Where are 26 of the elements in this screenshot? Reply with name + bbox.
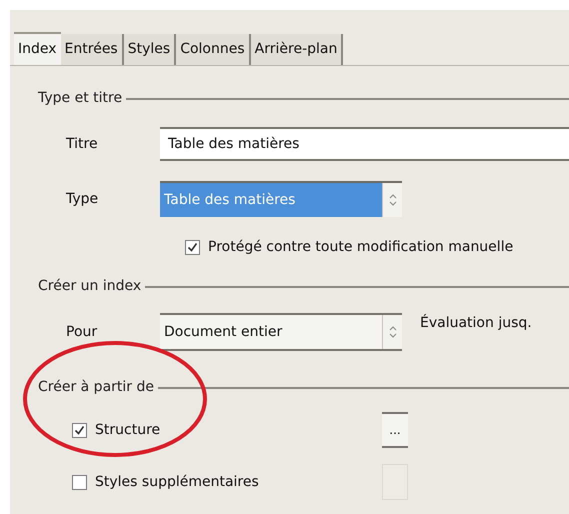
- field-label: Titre: [65, 134, 99, 154]
- tab[interactable]: Entrées: [60, 34, 124, 65]
- title-field[interactable]: Table des matières: [160, 127, 569, 161]
- field-label: Type: [65, 190, 100, 208]
- up-down-arrows-icon: [388, 325, 396, 339]
- spin-button[interactable]: [382, 183, 402, 217]
- checkbox-label: Protégé contre toute modification manuelle: [208, 238, 514, 257]
- checkbox[interactable]: [72, 474, 87, 490]
- tab[interactable]: Styles: [124, 34, 176, 65]
- check-icon: [74, 424, 85, 436]
- scope-select[interactable]: Document entier: [160, 313, 402, 351]
- field-label: Évaluation jusq.: [420, 313, 532, 333]
- checkbox[interactable]: [72, 422, 87, 438]
- tab[interactable]: Index: [14, 32, 61, 65]
- group-heading: Créer un index: [38, 277, 142, 296]
- checkbox[interactable]: [185, 240, 200, 255]
- checkbox-label: Styles supplémentaires: [95, 472, 259, 492]
- browse-button[interactable]: ...: [382, 412, 408, 448]
- group-heading: Type et titre: [38, 89, 122, 108]
- up-down-arrows-icon: [388, 193, 396, 207]
- tab[interactable]: Colonnes: [176, 34, 251, 65]
- checkbox-label: Structure: [95, 420, 160, 440]
- tab[interactable]: Arrière-plan: [250, 34, 344, 65]
- field-label: Pour: [65, 322, 98, 342]
- check-icon: [187, 242, 198, 253]
- group-heading: Créer à partir de: [38, 378, 154, 397]
